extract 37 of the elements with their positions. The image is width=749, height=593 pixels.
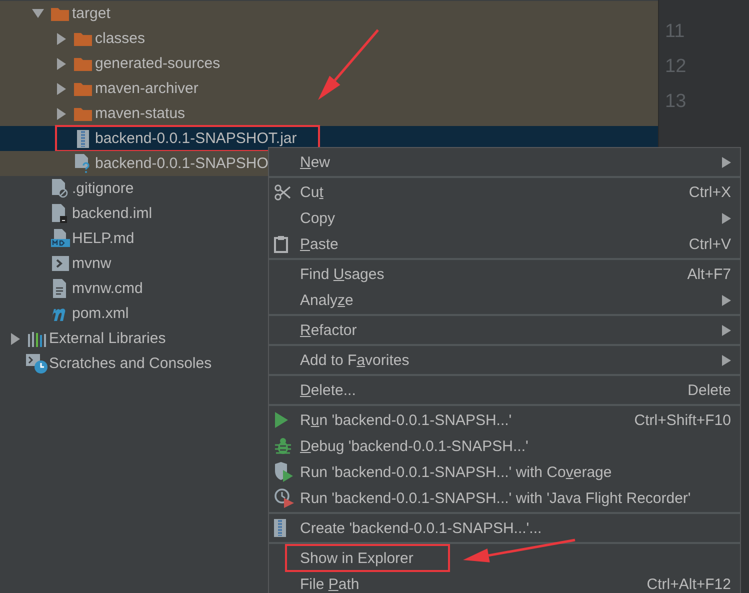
menu-item-label: Run 'backend-0.0.1-SNAPSH...' with 'Java Flight Recorder' bbox=[300, 490, 691, 506]
menu-item-label: Refactor bbox=[300, 322, 357, 338]
shortcut-label: Alt+F7 bbox=[687, 266, 731, 282]
shortcut-label: Ctrl+Alt+F12 bbox=[646, 576, 731, 592]
shortcut-label: Ctrl+X bbox=[688, 184, 731, 200]
menu-item-label: Run 'backend-0.0.1-SNAPSH...' with Coverage bbox=[300, 464, 612, 480]
shortcut-label: Delete bbox=[688, 382, 731, 398]
tree-item-label: External Libraries bbox=[48, 330, 166, 347]
tree-item-label: mvnw bbox=[71, 255, 112, 272]
tree-item-label: HELP.md bbox=[71, 230, 134, 247]
tree-item-label: generated-sources bbox=[94, 55, 220, 72]
menu-item-label: Debug 'backend-0.0.1-SNAPSH...' bbox=[300, 438, 528, 454]
menu-item-label: Add to Favorites bbox=[300, 352, 410, 368]
tree-item-label: pom.xml bbox=[71, 305, 129, 322]
menu-item-label: Show in Explorer bbox=[300, 550, 414, 566]
menu-item-label: Find Usages bbox=[300, 266, 384, 282]
menu-item-label: Delete... bbox=[300, 382, 356, 398]
tree-item-label: backend-0.0.1-SNAPSHOT.jar bbox=[94, 130, 297, 147]
menu-item-label: Paste bbox=[300, 236, 338, 252]
menu-item-label: Copy bbox=[300, 210, 336, 226]
menu-item-label: New bbox=[300, 154, 330, 170]
tree-item-label: maven-status bbox=[94, 105, 186, 122]
tree-item-label: .gitignore bbox=[71, 180, 134, 197]
tree-item-label: target bbox=[71, 5, 110, 22]
tree-item-label: backend-0.0.1-SNAPSHO bbox=[94, 155, 268, 172]
menu-item-label: Analyze bbox=[300, 292, 354, 308]
menu-item-label: Cut bbox=[300, 184, 324, 200]
shortcut-label: Ctrl+V bbox=[688, 236, 731, 252]
tree-item-label: Scratches and Consoles bbox=[48, 355, 212, 372]
tree-item-label: mvnw.cmd bbox=[71, 280, 143, 297]
menu-item-label: Create 'backend-0.0.1-SNAPSH...'... bbox=[300, 520, 542, 536]
menu-item-label: File Path bbox=[300, 576, 360, 592]
tree-item-label: backend.iml bbox=[71, 205, 152, 222]
tree-item-label: maven-archiver bbox=[94, 80, 198, 97]
shortcut-label: Ctrl+Shift+F10 bbox=[634, 412, 731, 428]
tree-item-label: classes bbox=[94, 30, 146, 47]
menu-item-label: Run 'backend-0.0.1-SNAPSH...' bbox=[300, 412, 512, 428]
